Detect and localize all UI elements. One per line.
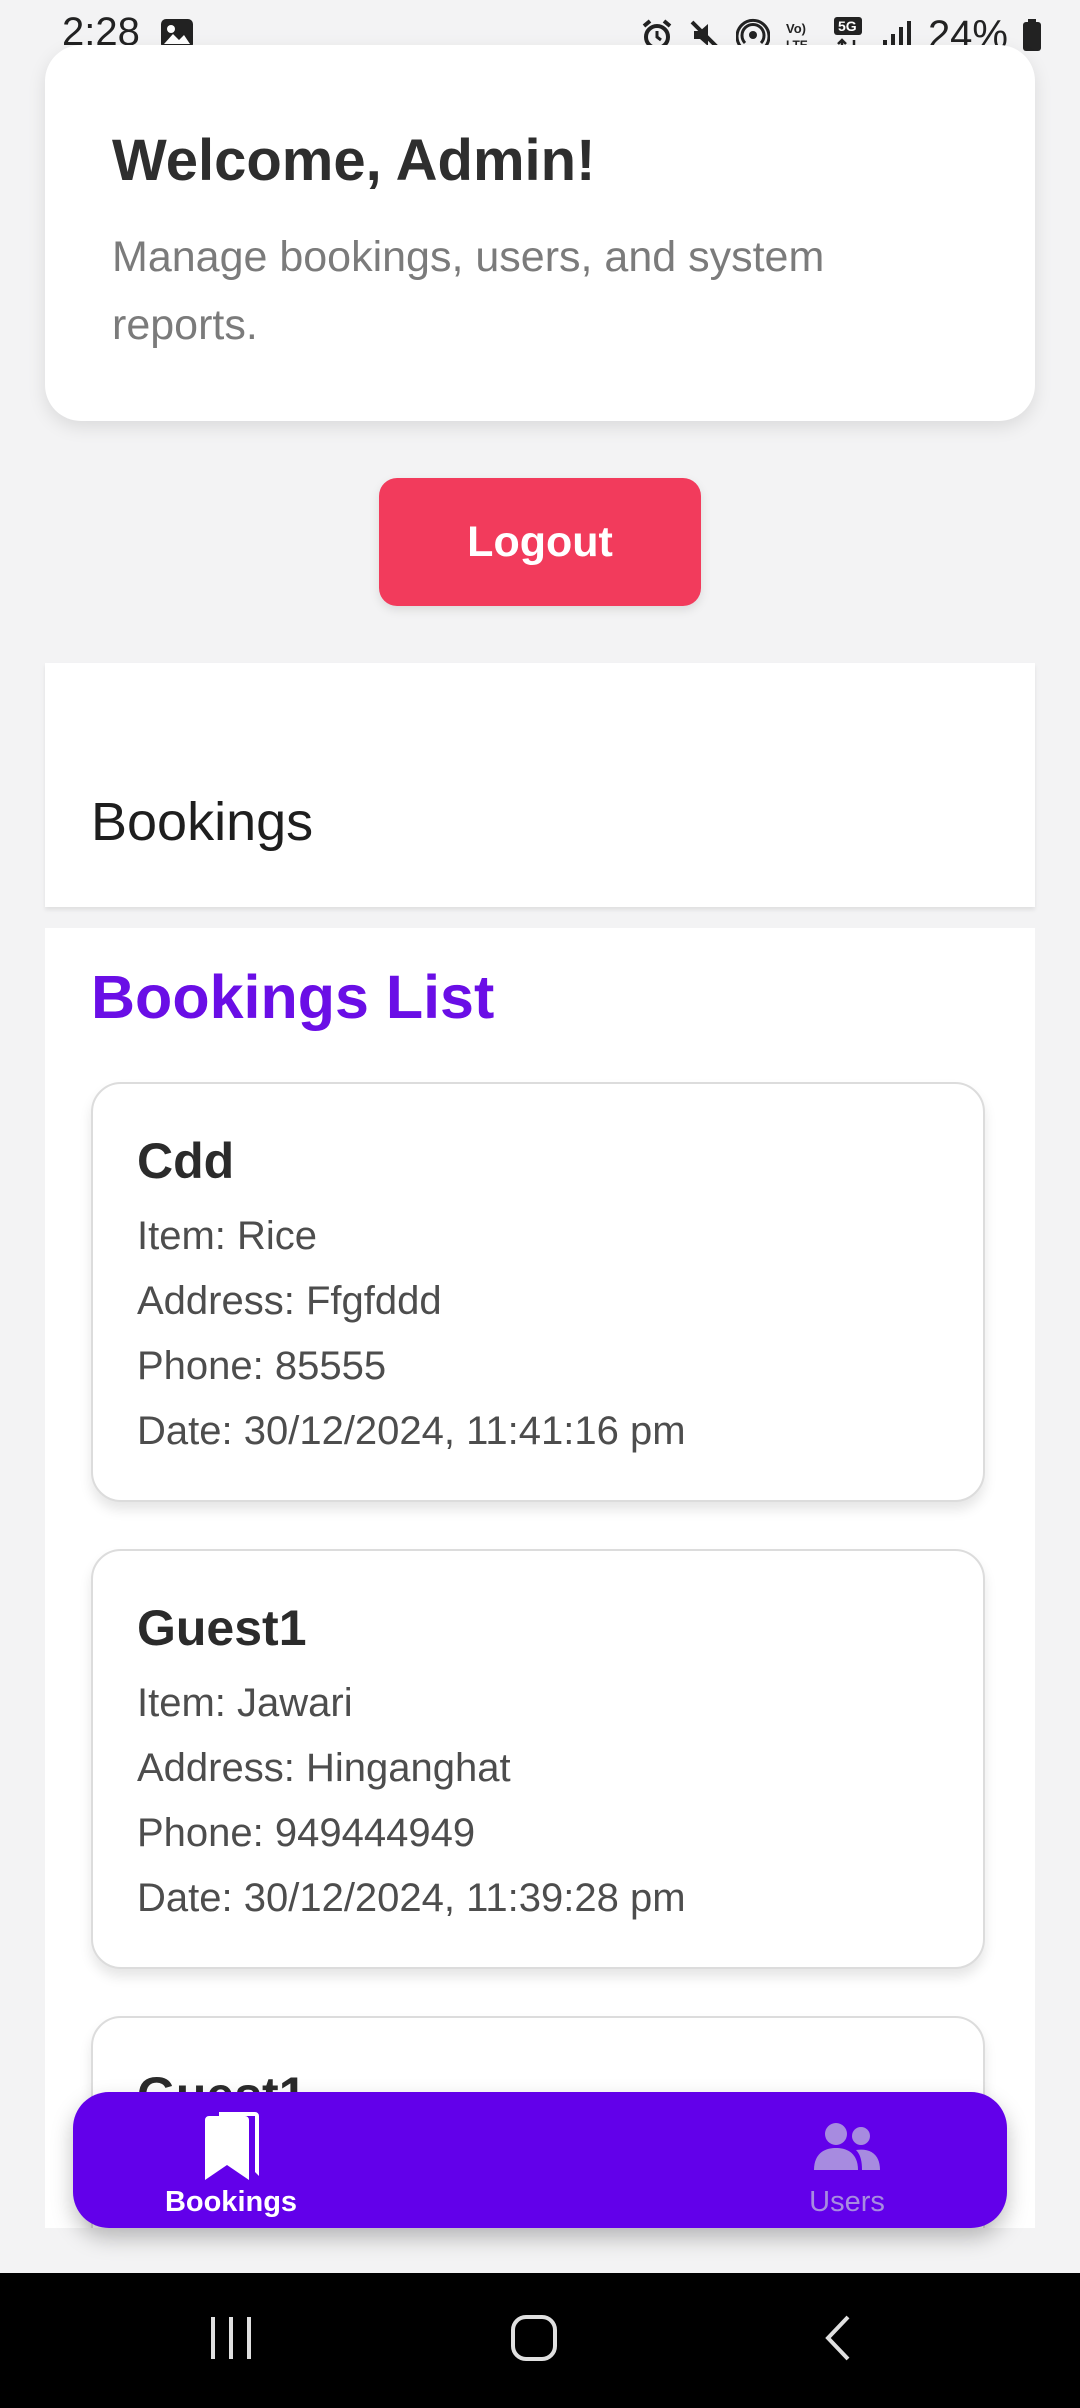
booking-date: Date: 30/12/2024, 11:39:28 pm xyxy=(137,1876,686,1920)
logout-button[interactable]: Logout xyxy=(379,478,701,606)
welcome-card: Welcome, Admin! Manage bookings, users, … xyxy=(45,45,1035,421)
page-title: Bookings xyxy=(91,792,314,852)
welcome-title: Welcome, Admin! xyxy=(112,128,596,193)
recent-apps-icon[interactable] xyxy=(208,2313,254,2368)
bookings-list-title: Bookings List xyxy=(91,963,495,1031)
booking-address: Address: Hinganghat xyxy=(137,1746,511,1790)
battery-icon xyxy=(1022,18,1042,52)
booking-name: Guest1 xyxy=(137,1600,307,1656)
nav-tab-users[interactable]: Users xyxy=(697,2092,997,2228)
booking-phone: Phone: 85555 xyxy=(137,1344,387,1388)
booking-card[interactable]: Guest1 Item: Jawari Address: Hinganghat … xyxy=(91,1549,985,1969)
nav-tab-bookings[interactable]: Bookings xyxy=(81,2092,381,2228)
bottom-nav: Bookings Users xyxy=(73,2092,1007,2228)
svg-text:5G: 5G xyxy=(838,18,857,34)
booking-phone: Phone: 949444949 xyxy=(137,1811,476,1855)
booking-name: Cdd xyxy=(137,1133,235,1189)
nav-label-users: Users xyxy=(809,2186,885,2218)
welcome-subtitle: Manage bookings, users, and system repor… xyxy=(112,233,825,349)
booking-address: Address: Ffgfddd xyxy=(137,1279,442,1323)
home-icon[interactable] xyxy=(510,2313,558,2368)
booking-card[interactable]: Cdd Item: Rice Address: Ffgfddd Phone: 8… xyxy=(91,1082,985,1502)
booking-item: Item: Rice xyxy=(137,1214,318,1258)
booking-date: Date: 30/12/2024, 11:41:16 pm xyxy=(137,1409,686,1453)
system-nav-bar xyxy=(0,2273,1080,2408)
bookmarks-icon xyxy=(201,2110,261,2182)
bookings-list-panel[interactable]: Bookings List Cdd Item: Rice Address: Ff… xyxy=(45,928,1035,2228)
back-icon[interactable] xyxy=(818,2313,858,2368)
bookings-header: Bookings xyxy=(45,663,1035,907)
nav-label-bookings: Bookings xyxy=(164,2186,298,2218)
svg-text:Vo): Vo) xyxy=(786,21,806,36)
users-icon xyxy=(812,2110,882,2182)
booking-item: Item: Jawari xyxy=(137,1681,353,1725)
